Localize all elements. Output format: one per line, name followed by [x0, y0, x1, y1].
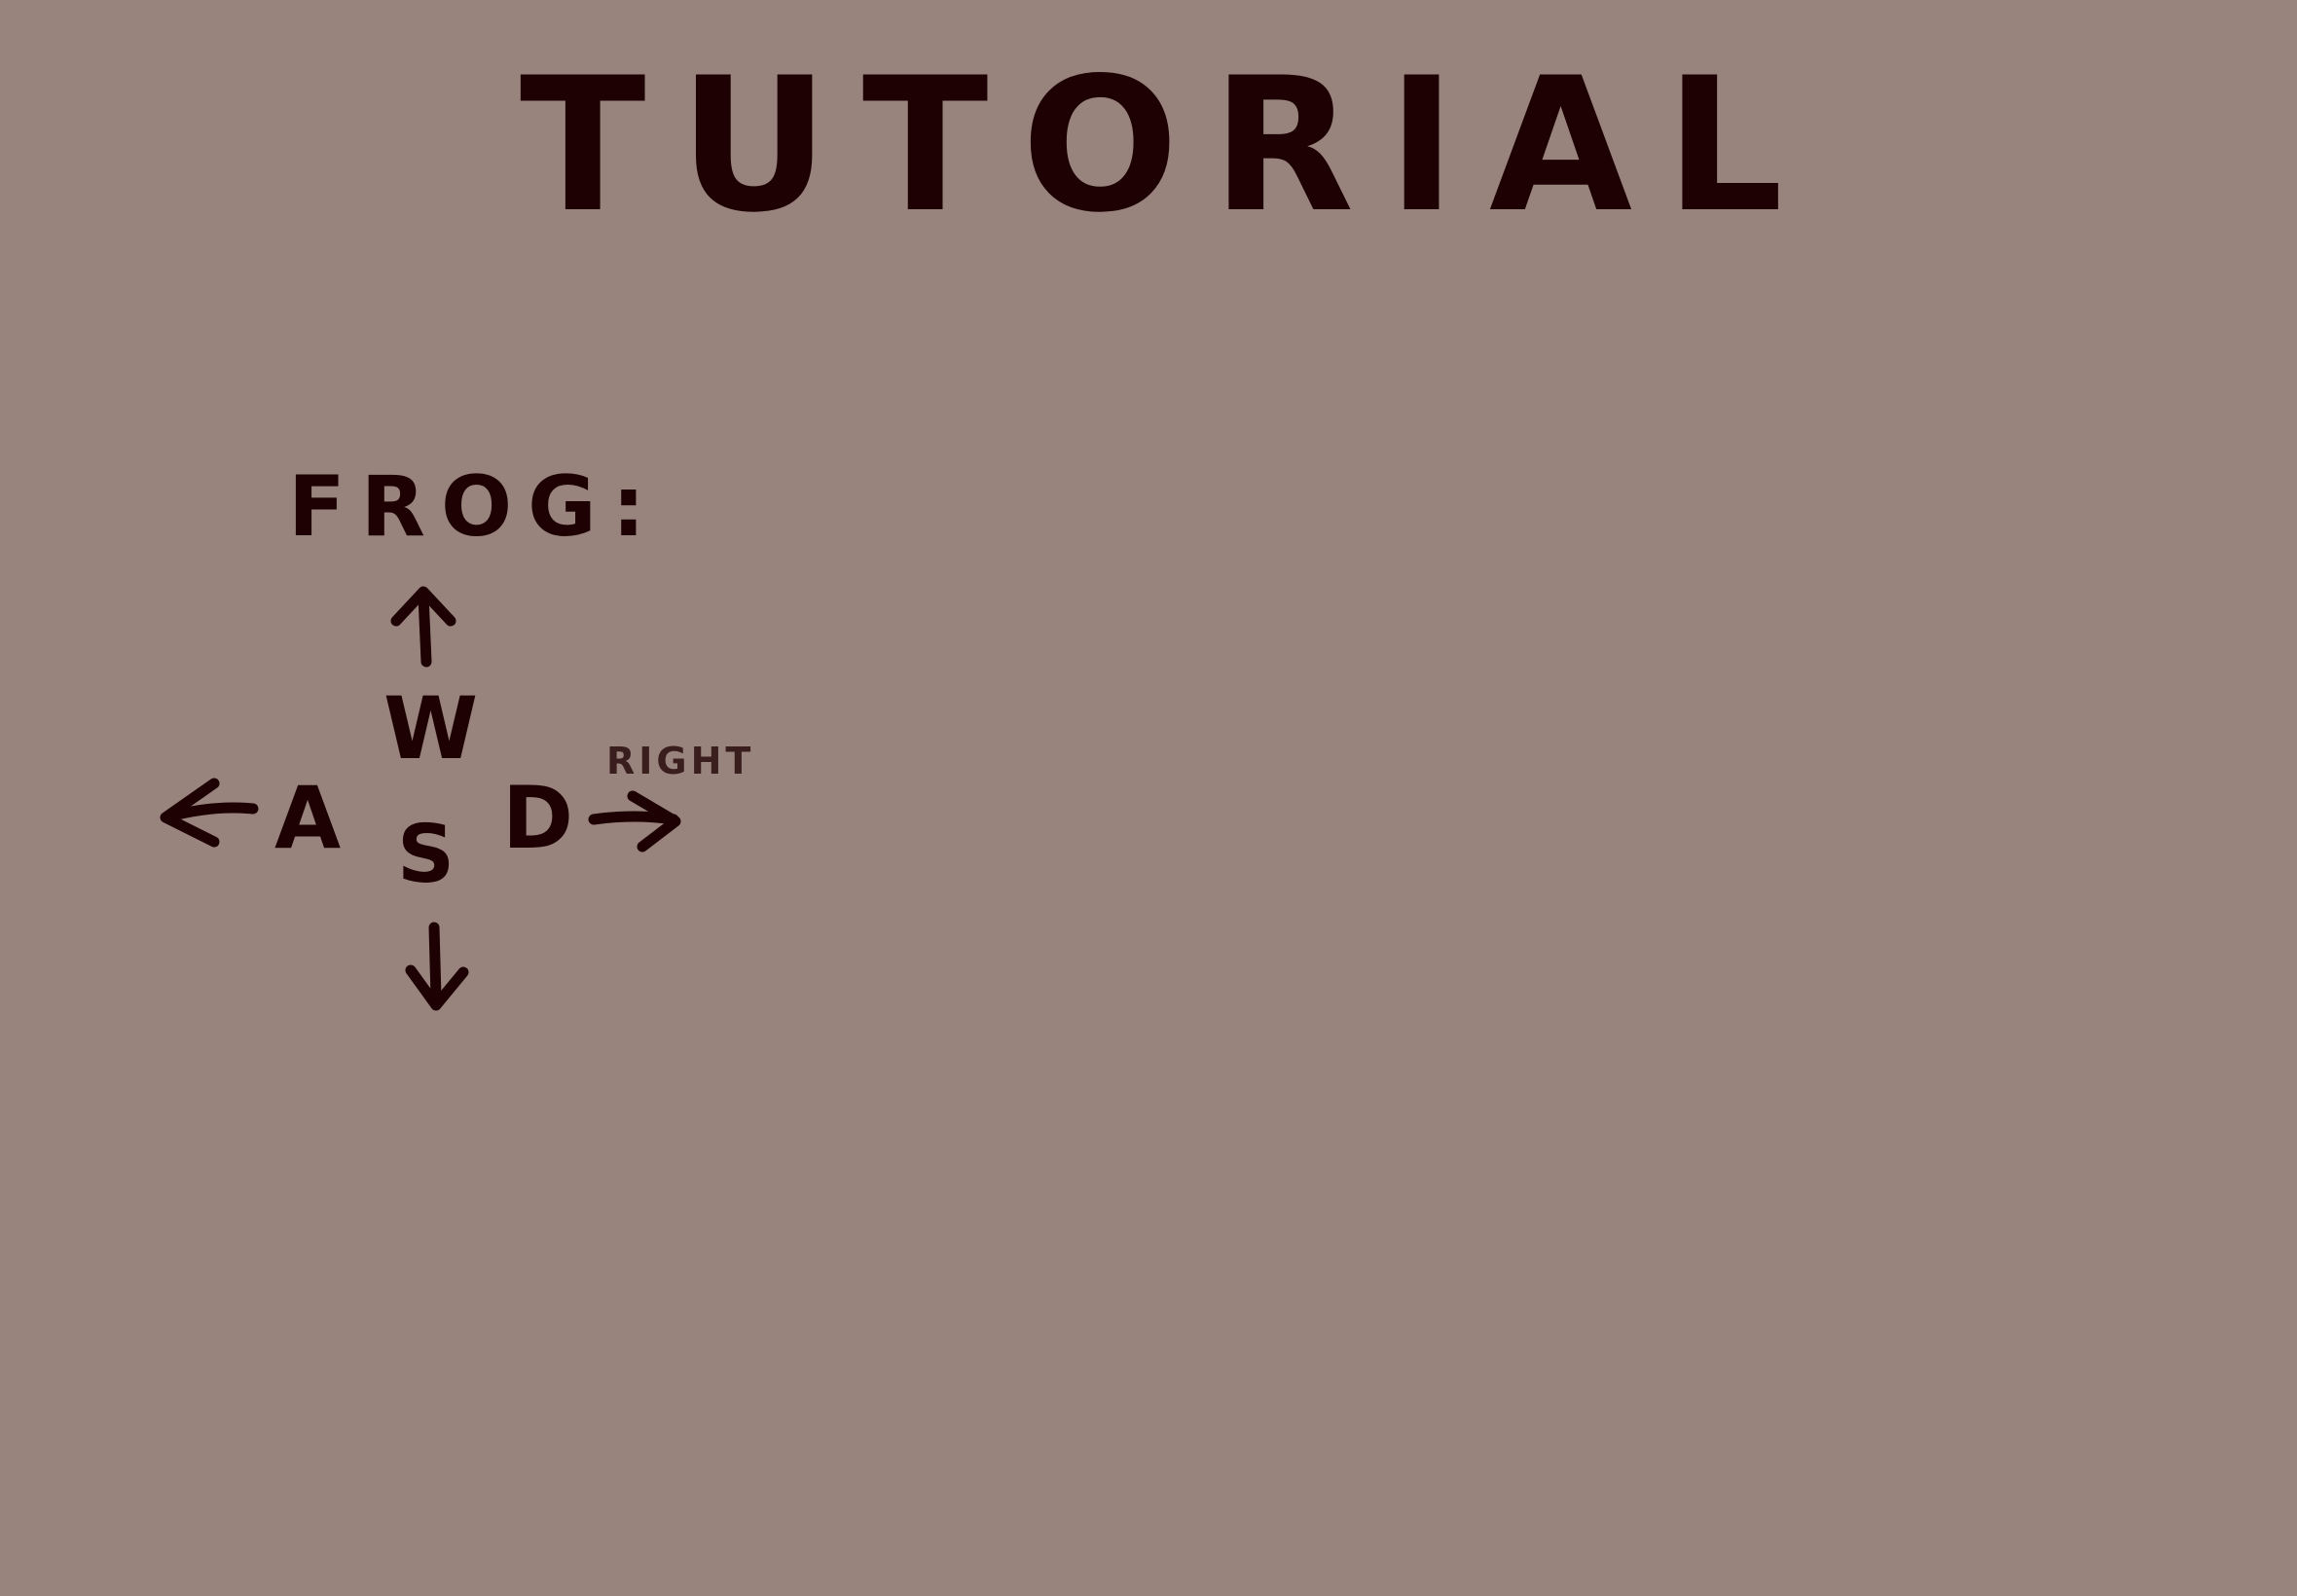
key-s: S	[397, 809, 456, 901]
arrow-down-icon	[405, 922, 469, 1011]
frog-controls-label: FROG:	[288, 458, 662, 556]
key-w: W	[383, 678, 479, 779]
key-a: A	[274, 768, 342, 868]
key-d: D	[502, 768, 574, 868]
game-screen: { "screen": { "title": "TUTORIAL", "back…	[0, 0, 2297, 1596]
arrow-left-icon	[160, 778, 259, 848]
title-container: TUTORIAL	[419, 54, 1917, 277]
arrow-up-icon	[390, 586, 456, 668]
arrow-right-icon	[588, 790, 681, 852]
right-hint-label: RIGHT	[606, 740, 755, 782]
tutorial-title: TUTORIAL	[519, 38, 1817, 253]
